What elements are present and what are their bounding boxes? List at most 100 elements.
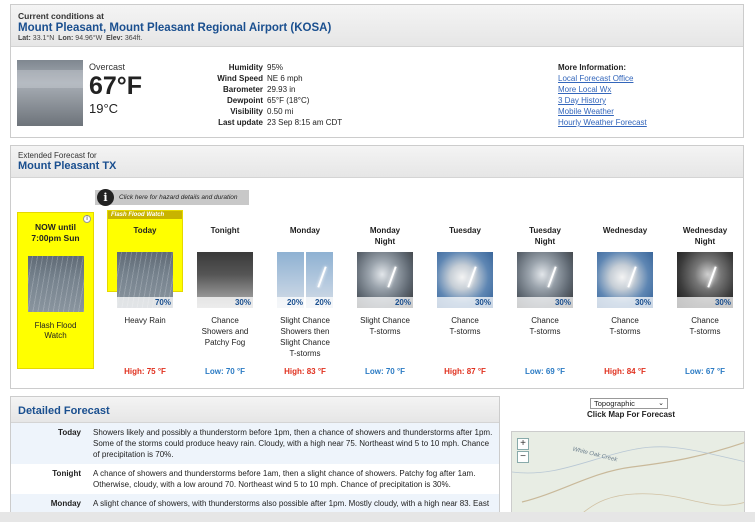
hazard-now-label: Flash Flood Watch: [34, 321, 77, 340]
period-temperature: Low: 70 °F: [204, 367, 246, 376]
period-name: Tonight: [210, 226, 240, 235]
forecast-period[interactable]: Wednesday 30% Chance T-storms: [585, 225, 665, 355]
forecast-period[interactable]: Monday 20% 20% Slight Chance Showers then…: [265, 225, 345, 358]
lightning-icon: [387, 266, 397, 288]
detailed-text: A slight chance of showers, with thunder…: [93, 499, 490, 508]
tstorms-icon: 30%: [597, 252, 653, 308]
detailed-forecast-row: Today Showers likely and possibly a thun…: [11, 423, 499, 464]
mobile-weather-link[interactable]: Mobile Weather: [558, 106, 647, 117]
lightning-icon: [547, 266, 557, 288]
precip-chance: 30%: [437, 297, 493, 308]
hourly-weather-forecast-link[interactable]: Hourly Weather Forecast: [558, 117, 647, 128]
current-conditions-label: Current conditions at: [18, 11, 104, 21]
map-caption: Click Map For Forecast: [587, 410, 676, 419]
forecast-map[interactable]: + − White Oak Creek: [511, 431, 745, 522]
lightning-icon: [707, 266, 717, 288]
current-temp-c: 19°C: [89, 101, 119, 116]
period-description: Heavy Rain: [124, 316, 166, 325]
forecast-period[interactable]: Monday Night 20% Slight Chance T-storms: [345, 225, 425, 355]
showers-tstorms-icon: 20% 20%: [277, 252, 333, 308]
local-forecast-office-link[interactable]: Local Forecast Office: [558, 73, 647, 84]
detailed-forecast-row: Monday A slight chance of showers, with …: [11, 494, 499, 513]
extended-forecast-panel: Extended Forecast for Mount Pleasant TX …: [10, 145, 744, 389]
period-description: Chance T-storms: [609, 316, 641, 336]
period-description: Slight Chance Showers then Slight Chance T-…: [280, 316, 330, 358]
info-icon[interactable]: i: [97, 189, 114, 206]
forecast-period[interactable]: Tuesday 30% Chance T-storms: [425, 225, 505, 355]
precip-chance: 20%: [357, 297, 413, 308]
period-name: Wednesday: [682, 226, 728, 235]
detailed-forecast-row: Tonight A chance of showers and thunders…: [11, 464, 499, 494]
period-temperature: High: 75 °F: [124, 367, 166, 376]
detailed-day: Tonight: [52, 469, 81, 478]
tstorms-icon: 20%: [357, 252, 413, 308]
station-coordinates: Lat: 33.1°N Lon: 94.96°W Elev: 364ft.: [18, 35, 143, 42]
current-condition: Overcast: [89, 62, 126, 72]
forecast-period[interactable]: Today 70% Heavy Rain: [105, 225, 185, 355]
tstorms-icon: 30%: [677, 252, 733, 308]
period-description: Chance Showers and Patchy Fog: [201, 316, 249, 347]
showers-fog-icon: 30%: [197, 252, 253, 308]
lightning-icon: [627, 266, 637, 288]
period-name: Wednesday: [602, 226, 648, 235]
3-day-history-link[interactable]: 3 Day History: [558, 95, 647, 106]
hazard-details-button[interactable]: Click here for hazard details and durati…: [95, 190, 249, 205]
detailed-forecast-panel: Detailed Forecast Today Showers likely a…: [10, 396, 500, 522]
hazard-now-box[interactable]: i NOW until 7:00pm Sun Flash Flood Watch: [17, 212, 94, 369]
current-conditions-header: Current conditions at Mount Pleasant, Mo…: [11, 5, 743, 47]
more-info-title: More Information:: [558, 63, 626, 72]
current-temp-f: 67°F: [89, 72, 143, 100]
detailed-day: Today: [58, 428, 81, 437]
more-information: More Information: Local Forecast Office …: [558, 63, 647, 128]
flash-flood-watch-tag: Flash Flood Watch: [108, 211, 182, 219]
extended-forecast-header: Extended Forecast for Mount Pleasant TX: [11, 146, 743, 178]
info-icon: i: [83, 215, 91, 223]
detailed-text: A chance of showers and thunderstorms be…: [93, 469, 476, 489]
detailed-forecast-title: Detailed Forecast: [18, 405, 110, 417]
period-description: Chance T-storms: [449, 316, 481, 336]
period-temperature: High: 84 °F: [604, 367, 646, 376]
overcast-icon: [17, 60, 83, 126]
period-name: Monday: [369, 226, 401, 235]
period-description: Slight Chance T-storms: [360, 316, 410, 336]
precip-chance: 30%: [677, 297, 733, 308]
period-temperature: Low: 70 °F: [364, 367, 406, 376]
period-temperature: High: 83 °F: [284, 367, 326, 376]
heavy-rain-icon: [27, 256, 84, 312]
detailed-day: Monday: [50, 499, 81, 508]
period-temperature: Low: 67 °F: [684, 367, 726, 376]
precip-chance: 70%: [117, 297, 173, 308]
precip-chance: 30%: [517, 297, 573, 308]
precip-chance: 20%: [306, 297, 333, 308]
period-name: Tuesday: [529, 226, 561, 235]
heavy-rain-icon: 70%: [117, 252, 173, 308]
map-type-select[interactable]: Topographic ⌄: [590, 398, 668, 409]
lightning-icon: [317, 266, 327, 288]
current-details-table: Humidity 95% Wind Speed NE 6 mph Barometer…: [217, 63, 343, 127]
chevron-down-icon: ⌄: [658, 400, 664, 407]
period-description: Chance T-storms: [529, 316, 561, 336]
precip-chance: 30%: [597, 297, 653, 308]
forecast-period[interactable]: Tonight 30% Chance Showers and Patchy Fog: [185, 225, 265, 355]
detailed-forecast-header: Detailed Forecast: [11, 397, 499, 423]
current-conditions-panel: Current conditions at Mount Pleasant, Mo…: [10, 4, 744, 138]
period-temperature: Low: 69 °F: [524, 367, 566, 376]
period-description: Chance T-storms: [689, 316, 721, 336]
forecast-period[interactable]: Tuesday Night 30% Chance T-storms: [505, 225, 585, 355]
zoom-out-button[interactable]: −: [517, 451, 529, 463]
zoom-in-button[interactable]: +: [517, 438, 529, 450]
tstorms-icon: 30%: [517, 252, 573, 308]
period-name: Monday: [289, 226, 321, 235]
horizontal-scrollbar[interactable]: [0, 512, 755, 522]
extended-forecast-location: Mount Pleasant TX: [18, 160, 117, 172]
period-name: Today: [133, 226, 157, 235]
hazard-now-title: NOW until 7:00pm Sun: [31, 222, 80, 243]
more-local-wx-link[interactable]: More Local Wx: [558, 84, 647, 95]
period-temperature: High: 87 °F: [444, 367, 486, 376]
period-name: Tuesday: [449, 226, 481, 235]
station-name: Mount Pleasant, Mount Pleasant Regional …: [18, 22, 332, 34]
precip-chance: 20%: [277, 297, 305, 308]
forecast-period[interactable]: Wednesday Night 30% Chance T-storms: [665, 225, 745, 355]
map-roads: [512, 442, 744, 521]
lightning-icon: [467, 266, 477, 288]
